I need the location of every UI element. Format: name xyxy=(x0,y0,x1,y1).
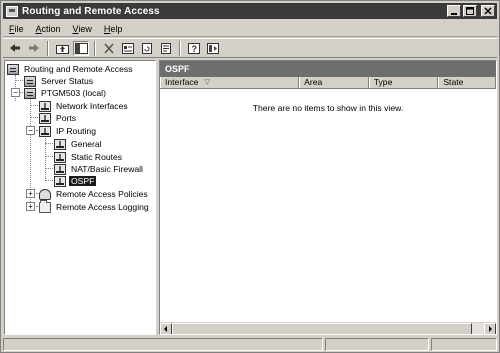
console-tree: Routing and Remote Access Server Status … xyxy=(4,60,156,335)
show-hide-tree-icon xyxy=(74,42,88,54)
tree-item-server[interactable]: PTGM503 (local) xyxy=(24,87,108,99)
collapse-ip-routing-toggle[interactable]: − xyxy=(26,126,35,135)
column-header-state[interactable]: State xyxy=(438,77,496,88)
close-icon xyxy=(484,7,492,15)
general-icon xyxy=(54,138,66,150)
minimize-button[interactable] xyxy=(447,5,461,17)
console-icon xyxy=(207,42,219,54)
toolbar-separator xyxy=(179,40,181,56)
refresh-icon xyxy=(142,42,152,54)
column-header-area[interactable]: Area xyxy=(299,77,369,88)
toolbar-separator xyxy=(94,40,96,56)
tree-item-general[interactable]: General xyxy=(54,138,104,150)
show-hide-tree-button[interactable] xyxy=(73,40,89,56)
ospf-icon xyxy=(54,175,66,187)
up-folder-icon xyxy=(55,44,69,54)
details-header: OSPF xyxy=(160,61,496,77)
main-window: Routing and Remote Access File Action Vi… xyxy=(0,0,500,353)
scroll-track[interactable] xyxy=(172,323,484,334)
help-icon: ? xyxy=(188,42,200,54)
scroll-left-icon xyxy=(164,326,167,332)
console-button[interactable] xyxy=(205,41,221,56)
column-headers: Interface ▽ Area Type State xyxy=(160,77,496,89)
back-arrow-icon xyxy=(10,44,20,52)
toolbar-separator xyxy=(47,40,49,56)
server-icon xyxy=(7,63,19,75)
static-routes-icon xyxy=(54,151,66,163)
menu-view[interactable]: View xyxy=(73,24,92,34)
menu-action[interactable]: Action xyxy=(36,24,61,34)
forward-arrow-icon xyxy=(29,44,39,52)
scroll-right-button[interactable] xyxy=(484,323,496,334)
tree-item-ospf[interactable]: OSPF xyxy=(54,175,97,187)
close-button[interactable] xyxy=(481,5,495,17)
server-status-icon xyxy=(24,75,36,87)
tree-item-ip-routing[interactable]: IP Routing xyxy=(39,125,98,137)
svg-text:?: ? xyxy=(192,44,198,54)
expand-remote-access-policies-toggle[interactable]: + xyxy=(26,189,35,198)
tree-item-nat-basic-firewall[interactable]: NAT/Basic Firewall xyxy=(54,163,145,175)
refresh-button[interactable] xyxy=(139,41,155,56)
app-icon xyxy=(6,5,18,17)
tree-item-remote-access-logging[interactable]: Remote Access Logging xyxy=(39,199,151,213)
toolbar: ? xyxy=(3,38,497,58)
properties-icon xyxy=(122,42,134,54)
empty-list-message: There are no items to show in this view. xyxy=(252,103,404,113)
up-one-level-button[interactable] xyxy=(54,41,70,56)
collapse-server-toggle[interactable]: − xyxy=(11,88,20,97)
tree-item-root[interactable]: Routing and Remote Access xyxy=(7,63,134,75)
expand-remote-access-logging-toggle[interactable]: + xyxy=(26,202,35,211)
tree-item-server-status[interactable]: Server Status xyxy=(24,75,95,87)
help-button[interactable]: ? xyxy=(186,41,202,56)
folder-icon xyxy=(39,199,51,213)
network-interfaces-icon xyxy=(39,100,51,112)
ip-routing-icon xyxy=(39,125,51,137)
tree-item-remote-access-policies[interactable]: Remote Access Policies xyxy=(39,188,150,200)
column-header-interface[interactable]: Interface ▽ xyxy=(160,77,300,88)
scroll-thumb[interactable] xyxy=(172,323,472,334)
menu-bar: File Action View Help xyxy=(3,21,497,37)
title-bar[interactable]: Routing and Remote Access xyxy=(3,3,497,19)
sort-down-icon: ▽ xyxy=(204,79,210,86)
delete-icon xyxy=(104,42,114,54)
window-title: Routing and Remote Access xyxy=(22,5,160,17)
status-cell xyxy=(325,338,429,351)
horizontal-scrollbar[interactable] xyxy=(160,322,496,334)
forward-button[interactable] xyxy=(26,41,42,56)
ports-icon xyxy=(39,112,51,124)
tree-item-static-routes[interactable]: Static Routes xyxy=(54,151,124,163)
menu-file[interactable]: File xyxy=(9,24,24,34)
export-list-button[interactable] xyxy=(158,41,174,56)
maximize-button[interactable] xyxy=(463,5,477,17)
maximize-icon xyxy=(466,7,474,15)
status-cell xyxy=(431,338,497,351)
scroll-left-button[interactable] xyxy=(160,323,172,334)
tree-item-network-interfaces[interactable]: Network Interfaces xyxy=(39,100,130,112)
status-bar xyxy=(3,338,497,351)
menu-help[interactable]: Help xyxy=(104,24,123,34)
properties-button[interactable] xyxy=(120,41,136,56)
details-pane: OSPF Interface ▽ Area Type State There ar… xyxy=(159,60,497,335)
remote-access-policies-icon xyxy=(39,188,51,200)
tree-item-ports[interactable]: Ports xyxy=(39,112,78,124)
minimize-icon xyxy=(451,13,457,15)
server-icon xyxy=(24,87,36,99)
back-button[interactable] xyxy=(7,41,23,56)
status-cell xyxy=(3,338,323,351)
export-list-icon xyxy=(161,42,171,54)
column-header-type[interactable]: Type xyxy=(368,77,439,88)
scroll-right-icon xyxy=(489,326,492,332)
delete-button[interactable] xyxy=(101,41,117,56)
nat-firewall-icon xyxy=(54,163,66,175)
